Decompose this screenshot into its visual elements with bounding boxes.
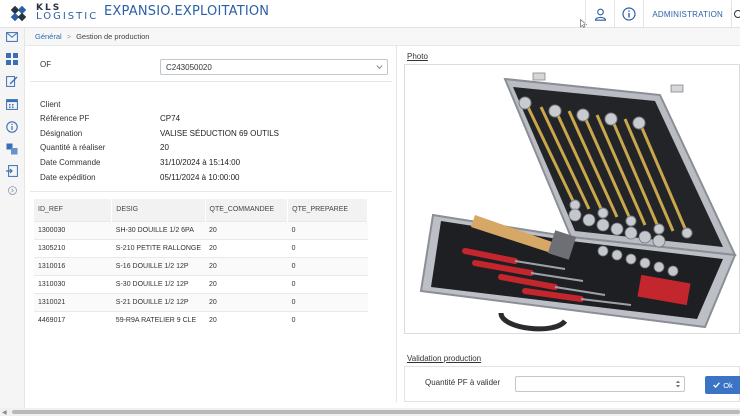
cell-desig: 59-R9A RATELIER 9 CLE (111, 310, 205, 329)
cell-desig: S-210 PETITE RALLONGE (111, 238, 205, 257)
overflow-edge (732, 0, 740, 28)
ok-button-label: Ok (723, 380, 733, 390)
scroll-left-icon[interactable]: ◀ (2, 409, 7, 416)
qty-label: Quantité PF à valider (425, 378, 501, 387)
client-label: Client (40, 100, 61, 109)
table-row[interactable]: 1300030 SH-30 DOUILLE 1/2 6PA 20 0 (34, 220, 368, 239)
cell-id-ref: 1300030 (34, 220, 112, 239)
qty-stepper[interactable] (515, 376, 685, 392)
mail-icon[interactable] (5, 30, 19, 44)
check-icon (713, 382, 721, 388)
of-select-value: C243050020 (166, 63, 212, 72)
cell-desig: S-16 DOUILLE 1/2 12P (111, 256, 205, 275)
product-photo (404, 64, 740, 334)
cell-qte-preparee: 0 (287, 256, 368, 275)
reference-pf-label: Référence PF (40, 114, 90, 123)
grid-icon[interactable] (5, 52, 19, 66)
table-row[interactable]: 1310021 S-21 DOUILLE 1/2 12P 20 0 (34, 292, 368, 311)
quantity-label: Quantité à réaliser (40, 143, 106, 152)
table-header-row: ID_REF DESIG QTE_COMMANDEE QTE_PREPAREE (34, 199, 368, 221)
components-table: ID_REF DESIG QTE_COMMANDEE QTE_PREPAREE … (34, 199, 368, 329)
cell-id-ref: 1310016 (34, 256, 112, 275)
administration-link[interactable]: ADMINISTRATION (644, 10, 731, 19)
cell-qte-commandee: 20 (205, 256, 288, 275)
partial-icon (734, 10, 740, 18)
column-header-qte-preparee[interactable]: QTE_PREPAREE (287, 199, 368, 221)
cell-qte-preparee: 0 (287, 220, 368, 239)
sidebar (0, 28, 25, 408)
cell-desig: SH-30 DOUILLE 1/2 6PA (111, 220, 205, 239)
chevron-down-icon (376, 65, 383, 69)
cell-qte-commandee: 20 (205, 310, 288, 329)
scrollbar-thumb[interactable] (12, 410, 740, 414)
photo-title: Photo (407, 52, 428, 61)
reference-pf-value: CP74 (160, 114, 181, 123)
column-header-qte-commandee[interactable]: QTE_COMMANDEE (205, 199, 289, 221)
cell-qte-commandee: 20 (205, 220, 288, 239)
shipping-date-label: Date expédition (40, 173, 96, 182)
breadcrumb-home-link[interactable]: Général (35, 32, 62, 41)
validation-panel: Quantité PF à valider Ok (404, 366, 740, 402)
breadcrumb-separator: > (66, 32, 72, 41)
of-label: OF (40, 60, 52, 69)
cell-desig: S-30 DOUILLE 1/2 12P (111, 274, 205, 293)
logo-diamonds-icon (10, 5, 27, 22)
panel-divider (396, 46, 397, 402)
export-icon[interactable] (5, 164, 19, 178)
cell-qte-commandee: 20 (205, 292, 288, 311)
table-row[interactable]: 1305210 S-210 PETITE RALLONGE 20 0 (34, 238, 368, 257)
column-header-id-ref[interactable]: ID_REF (34, 199, 113, 221)
spinner-icon[interactable] (675, 379, 681, 389)
table-row[interactable]: 4469017 59-R9A RATELIER 9 CLE 20 0 (34, 310, 368, 329)
cell-qte-commandee: 20 (205, 238, 288, 257)
calendar-icon[interactable] (5, 97, 19, 111)
quantity-value: 20 (160, 143, 169, 152)
breadcrumb: Général > Gestion de production (25, 28, 740, 46)
order-date-value: 31/10/2024 à 15:14:00 (160, 158, 241, 167)
boxes-icon[interactable] (5, 142, 19, 156)
cell-qte-preparee: 0 (287, 292, 368, 311)
user-button[interactable] (586, 0, 614, 28)
chevron-right-icon[interactable] (5, 183, 19, 197)
of-select[interactable]: C243050020 (160, 59, 388, 75)
table-row[interactable]: 1310016 S-16 DOUILLE 1/2 12P 20 0 (34, 256, 368, 275)
top-bar: KLS LOGISTIC EXPANSIO.EXPLOITATION ADMIN… (0, 0, 740, 29)
cell-qte-preparee: 0 (287, 274, 368, 293)
designation-label: Désignation (40, 129, 83, 138)
horizontal-scrollbar[interactable]: ◀ (0, 408, 740, 416)
user-icon (594, 8, 606, 21)
edit-icon[interactable] (5, 74, 19, 88)
designation-value: VALISE SÉDUCTION 69 OUTILS (160, 129, 279, 138)
shipping-date-value: 05/11/2024 à 10:00:00 (160, 173, 240, 182)
cell-id-ref: 1305210 (34, 238, 112, 257)
toolcase-image (419, 72, 737, 332)
info-icon (622, 7, 636, 21)
breadcrumb-current: Gestion de production (76, 32, 150, 41)
info-icon[interactable] (5, 120, 19, 134)
cell-qte-preparee: 0 (287, 310, 368, 329)
cell-id-ref: 4469017 (34, 310, 112, 329)
cell-id-ref: 1310030 (34, 274, 112, 293)
app-title: EXPANSIO.EXPLOITATION (104, 4, 270, 19)
column-header-desig[interactable]: DESIG (111, 199, 206, 221)
of-details: Client Référence PF CP74 Désignation VAL… (30, 96, 392, 192)
cell-qte-preparee: 0 (287, 238, 368, 257)
header-actions: ADMINISTRATION (585, 0, 740, 28)
of-row: OF C243050020 (30, 50, 392, 82)
ok-button[interactable]: Ok (705, 376, 740, 394)
logo-logistic-text: LOGISTIC (36, 11, 99, 22)
cell-qte-commandee: 20 (205, 274, 288, 293)
cell-desig: S-21 DOUILLE 1/2 12P (111, 292, 205, 311)
order-date-label: Date Commande (40, 158, 101, 167)
table-row[interactable]: 1310030 S-30 DOUILLE 1/2 12P 20 0 (34, 274, 368, 293)
cell-id-ref: 1310021 (34, 292, 112, 311)
validation-title: Validation production (407, 354, 482, 363)
info-button[interactable] (615, 0, 643, 28)
kls-logo[interactable]: KLS LOGISTIC (10, 3, 98, 25)
